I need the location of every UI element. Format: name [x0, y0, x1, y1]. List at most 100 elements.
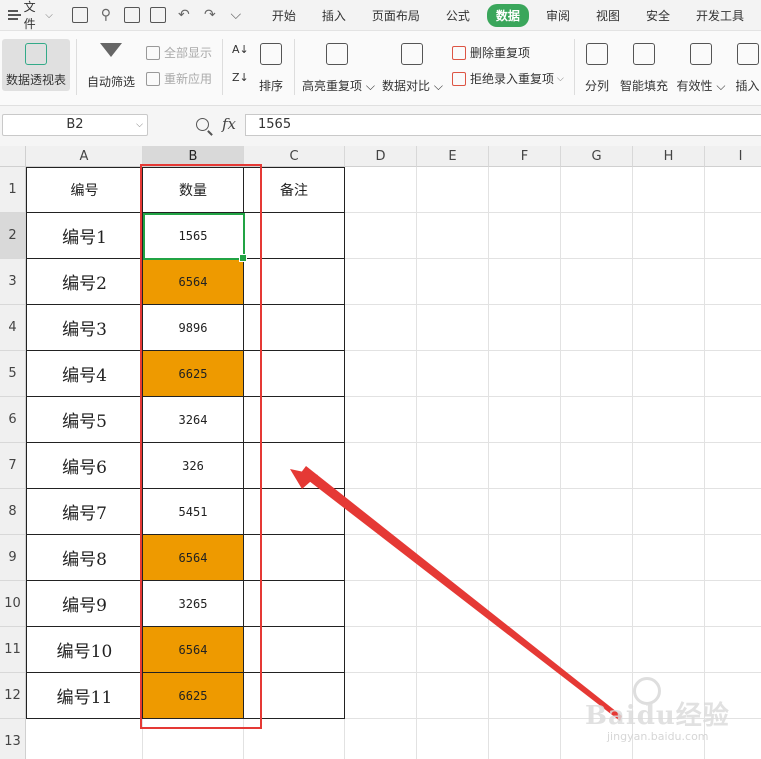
cell[interactable]: [705, 443, 761, 489]
tab-2[interactable]: 页面布局: [363, 4, 429, 27]
highlight-duplicates-button[interactable]: 高亮重复项 ⌵: [302, 43, 375, 94]
cell-quantity[interactable]: 6564: [143, 535, 244, 581]
cell[interactable]: [417, 397, 489, 443]
cell-notes[interactable]: [244, 443, 345, 489]
smart-fill-button[interactable]: 智能填充: [618, 43, 670, 94]
cell[interactable]: [489, 627, 561, 673]
cell[interactable]: [705, 351, 761, 397]
cell[interactable]: [489, 489, 561, 535]
cell[interactable]: [417, 213, 489, 259]
cell-id[interactable]: 编号7: [26, 489, 143, 535]
cell[interactable]: [633, 167, 705, 213]
cell[interactable]: [345, 627, 417, 673]
tab-6[interactable]: 视图: [587, 4, 629, 27]
col-header-f[interactable]: F: [489, 146, 561, 167]
cell-id[interactable]: 编号5: [26, 397, 143, 443]
cell-notes[interactable]: [244, 673, 345, 719]
format-painter-icon[interactable]: ⚲: [98, 7, 114, 23]
cell[interactable]: [633, 259, 705, 305]
tab-5[interactable]: 审阅: [537, 4, 579, 27]
cell[interactable]: [489, 397, 561, 443]
header-cell-quantity[interactable]: 数量: [143, 167, 244, 213]
cell[interactable]: [561, 305, 633, 351]
header-cell-notes[interactable]: 备注: [244, 167, 345, 213]
cell[interactable]: [345, 259, 417, 305]
col-header-e[interactable]: E: [417, 146, 489, 167]
cell[interactable]: [417, 535, 489, 581]
cell[interactable]: [489, 443, 561, 489]
cell[interactable]: [561, 673, 633, 719]
row-header-13[interactable]: 13: [0, 719, 26, 759]
split-column-button[interactable]: 分列: [582, 43, 612, 94]
cell[interactable]: [633, 397, 705, 443]
cell[interactable]: [633, 305, 705, 351]
cell[interactable]: [489, 581, 561, 627]
cell-notes[interactable]: [244, 351, 345, 397]
cell[interactable]: [489, 719, 561, 759]
cell[interactable]: [345, 305, 417, 351]
col-header-g[interactable]: G: [561, 146, 633, 167]
cell[interactable]: [345, 167, 417, 213]
save-icon[interactable]: [71, 7, 88, 23]
cell[interactable]: [489, 259, 561, 305]
cell-notes[interactable]: [244, 397, 345, 443]
chevron-down-icon[interactable]: ⌵: [136, 115, 143, 135]
cell[interactable]: [417, 305, 489, 351]
spreadsheet-grid[interactable]: A B C D E F G H I 1 2 3 4 5 6 7 8 9 10 11 12 13 编号 数量 备注 编号1 1565 编…: [0, 146, 761, 759]
cell-quantity[interactable]: 6564: [143, 259, 244, 305]
cell[interactable]: [705, 627, 761, 673]
cell-id[interactable]: 编号10: [26, 627, 143, 673]
cell-notes[interactable]: [244, 627, 345, 673]
cell-quantity[interactable]: 6564: [143, 627, 244, 673]
cell[interactable]: [417, 673, 489, 719]
col-header-a[interactable]: A: [26, 146, 143, 167]
cell-quantity[interactable]: 6625: [143, 351, 244, 397]
cell[interactable]: [489, 351, 561, 397]
insert-button[interactable]: 插入: [734, 43, 761, 94]
search-icon[interactable]: [196, 118, 209, 131]
cell[interactable]: [345, 719, 417, 759]
cell[interactable]: [561, 581, 633, 627]
cell[interactable]: [489, 673, 561, 719]
cell[interactable]: [561, 489, 633, 535]
cell[interactable]: [489, 305, 561, 351]
cell-quantity[interactable]: 3265: [143, 581, 244, 627]
cell[interactable]: [561, 397, 633, 443]
row-header-11[interactable]: 11: [0, 627, 26, 673]
row-header-5[interactable]: 5: [0, 351, 26, 397]
cell[interactable]: [417, 351, 489, 397]
col-header-i[interactable]: I: [705, 146, 761, 167]
cell[interactable]: [705, 397, 761, 443]
pivot-table-button[interactable]: 数据透视表: [2, 39, 70, 91]
tab-4[interactable]: 数据: [486, 3, 529, 27]
header-cell-id[interactable]: 编号: [26, 167, 143, 213]
file-menu[interactable]: 文件 ⌵: [8, 0, 53, 32]
tab-8[interactable]: 开发工具: [687, 4, 753, 27]
cell[interactable]: [705, 167, 761, 213]
cell[interactable]: [417, 259, 489, 305]
cell[interactable]: [633, 443, 705, 489]
cell[interactable]: [345, 581, 417, 627]
cell[interactable]: [561, 627, 633, 673]
tab-3[interactable]: 公式: [437, 4, 479, 27]
row-header-9[interactable]: 9: [0, 535, 26, 581]
row-header-12[interactable]: 12: [0, 673, 26, 719]
auto-filter-button[interactable]: 自动筛选: [84, 43, 138, 90]
cell[interactable]: [633, 213, 705, 259]
fx-icon[interactable]: fx: [222, 115, 236, 133]
cell[interactable]: [417, 719, 489, 759]
cell[interactable]: [705, 259, 761, 305]
validity-button[interactable]: 有效性 ⌵: [676, 43, 726, 94]
col-header-d[interactable]: D: [345, 146, 417, 167]
cell[interactable]: [633, 627, 705, 673]
row-header-1[interactable]: 1: [0, 167, 26, 213]
cell[interactable]: [633, 719, 705, 759]
cell[interactable]: [244, 719, 345, 759]
cell-quantity[interactable]: 1565: [143, 213, 244, 259]
cell-id[interactable]: 编号11: [26, 673, 143, 719]
cell[interactable]: [489, 213, 561, 259]
formula-input[interactable]: 1565: [245, 114, 761, 136]
row-header-6[interactable]: 6: [0, 397, 26, 443]
tab-0[interactable]: 开始: [263, 4, 305, 27]
name-box[interactable]: B2 ⌵: [2, 114, 148, 136]
